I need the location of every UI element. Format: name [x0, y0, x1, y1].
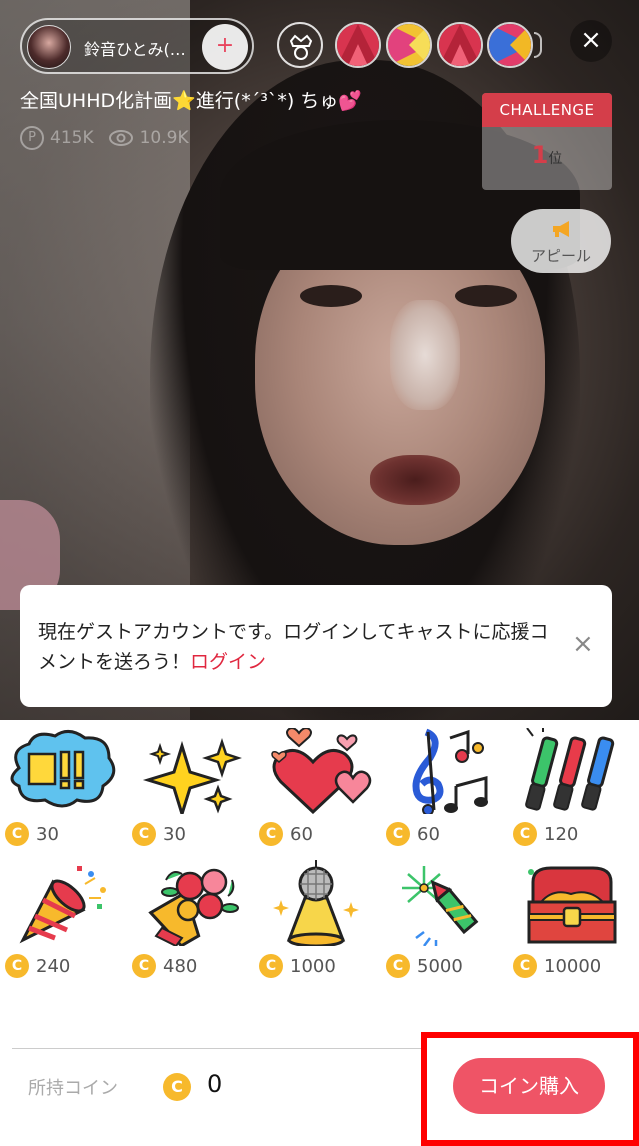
gift-price: C 10000	[513, 954, 601, 978]
top-fan-avatar[interactable]	[386, 22, 432, 68]
gift-price: C 30	[5, 822, 59, 846]
gift-item-laugh[interactable]: C 30	[0, 720, 127, 852]
coin-icon: C	[132, 822, 156, 846]
coin-icon: C	[5, 954, 29, 978]
heart-emoji: 💕	[338, 90, 362, 112]
coin-icon: C	[513, 822, 537, 846]
gift-item-fireworks[interactable]: C 5000	[381, 852, 508, 984]
close-button[interactable]: ×	[570, 20, 612, 62]
gift-item-bouquet[interactable]: C 480	[127, 852, 254, 984]
coin-icon: C	[132, 954, 156, 978]
disco-ball-icon	[273, 860, 359, 946]
challenge-rank: 1位	[482, 127, 612, 169]
gift-item-treasure-chest[interactable]: C 10000	[508, 852, 635, 984]
video-eye-left	[300, 285, 362, 307]
challenge-header: CHALLENGE	[482, 93, 612, 127]
guest-login-banner: 現在ゲストアカウントです。ログインしてキャストに応援コメントを送ろう！ログイン …	[20, 585, 612, 707]
party-popper-icon	[19, 866, 106, 944]
video-mouth	[370, 455, 460, 505]
coin-icon: C	[163, 1073, 191, 1101]
coin-icon: C	[513, 954, 537, 978]
banner-close-icon[interactable]: ×	[572, 629, 594, 659]
stream-stats: P 415K 10.9K	[20, 126, 189, 150]
gift-price-value: 120	[544, 823, 579, 845]
gift-panel: C 30 C 30 C 60 C 60 C 120 C 240 C 480 C …	[0, 720, 639, 1146]
rank-number: 1	[531, 141, 549, 169]
ranking-button[interactable]	[277, 22, 323, 68]
wallet-divider	[12, 1048, 424, 1049]
gift-price-value: 240	[36, 955, 71, 977]
bouquet-icon	[148, 868, 239, 946]
gift-price-value: 60	[417, 823, 440, 845]
coin-icon: C	[259, 822, 283, 846]
login-link[interactable]: ログイン	[190, 651, 266, 673]
gift-price: C 30	[132, 822, 186, 846]
gift-item-hearts[interactable]: C 60	[254, 720, 381, 852]
points-count: 415K	[50, 128, 94, 148]
gift-item-disco-ball[interactable]: C 1000	[254, 852, 381, 984]
music-notes-icon	[412, 728, 488, 814]
host-avatar[interactable]	[27, 25, 71, 69]
gift-price-value: 60	[290, 823, 313, 845]
gift-item-sparkles[interactable]: C 30	[127, 720, 254, 852]
host-name: 鈴音ひとみ(…	[84, 40, 186, 59]
gift-price: C 1000	[259, 954, 336, 978]
stream-title: 全国UHHD化計画⭐進行(*´³`*) ちゅ💕	[20, 86, 362, 113]
gift-price: C 120	[513, 822, 578, 846]
gift-price-value: 10000	[544, 955, 602, 977]
stream-title-text: 全国UHHD化計画	[20, 90, 173, 112]
gift-item-party-popper[interactable]: C 240	[0, 852, 127, 984]
gift-price: C 60	[386, 822, 440, 846]
video-eye-right	[455, 285, 517, 307]
rank-suffix: 位	[548, 151, 563, 167]
video-nose	[390, 300, 460, 410]
stream-title-rest: 進行(*´³`*) ちゅ	[195, 90, 339, 112]
glow-sticks-icon	[525, 728, 615, 811]
gift-price: C 480	[132, 954, 197, 978]
sparkles-icon	[142, 738, 242, 814]
laugh-bubble-icon	[10, 730, 116, 808]
gift-price: C 60	[259, 822, 313, 846]
appeal-label: アピール	[530, 247, 591, 265]
fan-avatar-image	[337, 24, 379, 66]
host-profile-pill[interactable]: 鈴音ひとみ(… +	[20, 18, 254, 74]
megaphone-icon	[553, 221, 569, 237]
buy-coins-button[interactable]: コイン購入	[453, 1058, 605, 1114]
eye-icon	[108, 130, 133, 146]
gift-item-music[interactable]: C 60	[381, 720, 508, 852]
challenge-rank-card[interactable]: CHALLENGE 1位	[482, 93, 612, 190]
fan-avatar-image	[489, 24, 531, 66]
owned-coins-value: 0	[207, 1070, 223, 1098]
more-fans-indicator[interactable]	[534, 32, 542, 58]
gift-price-value: 1000	[290, 955, 336, 977]
coin-icon: C	[386, 954, 410, 978]
gift-price: C 240	[5, 954, 70, 978]
coin-icon: C	[5, 822, 29, 846]
guest-banner-text: 現在ゲストアカウントです。ログインしてキャストに応援コメントを送ろう！	[38, 621, 549, 673]
top-fan-avatar[interactable]	[335, 22, 381, 68]
fan-avatar-image	[439, 24, 481, 66]
points-icon: P	[20, 126, 44, 150]
gift-price-value: 5000	[417, 955, 463, 977]
fan-avatar-image	[388, 24, 430, 66]
crown-icon	[289, 34, 313, 60]
hearts-icon	[271, 728, 372, 814]
star-emoji: ⭐	[172, 90, 196, 112]
owned-coins-label: 所持コイン	[28, 1078, 118, 1099]
gift-item-glowsticks[interactable]: C 120	[508, 720, 635, 852]
gift-price-value: 30	[163, 823, 186, 845]
viewer-count: 10.9K	[139, 128, 189, 148]
top-fan-avatar[interactable]	[487, 22, 533, 68]
gift-price-value: 30	[36, 823, 59, 845]
gift-price-value: 480	[163, 955, 198, 977]
coin-icon: C	[259, 954, 283, 978]
follow-button[interactable]: +	[202, 24, 248, 70]
treasure-chest-icon	[527, 866, 617, 944]
fireworks-rocket-icon	[402, 866, 479, 946]
guest-banner-message: 現在ゲストアカウントです。ログインしてキャストに応援コメントを送ろう！ログイン	[38, 617, 558, 677]
coin-icon: C	[386, 822, 410, 846]
top-fan-avatar[interactable]	[437, 22, 483, 68]
appeal-button[interactable]: アピール	[511, 209, 611, 273]
gift-price: C 5000	[386, 954, 463, 978]
